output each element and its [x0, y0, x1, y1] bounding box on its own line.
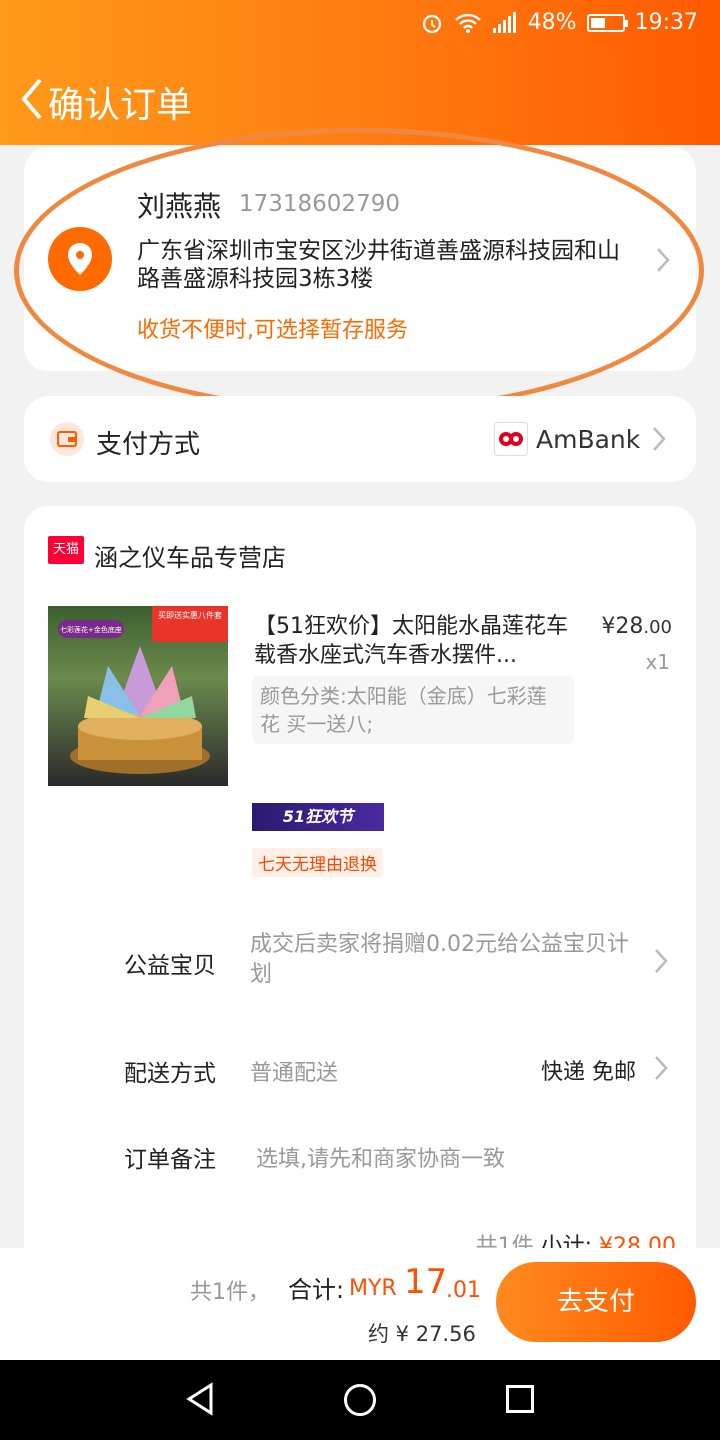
chevron-right-icon — [655, 949, 668, 973]
svg-text:七彩莲花+金色底座: 七彩莲花+金色底座 — [60, 625, 122, 634]
total-label: 合计: — [288, 1276, 345, 1304]
total-amount-decimal: .01 — [446, 1278, 481, 1303]
payment-bank: AmBank — [536, 425, 641, 454]
charity-label: 公益宝贝 — [124, 953, 216, 979]
order-note-label: 订单备注 — [124, 1147, 216, 1173]
product-quantity: x1 — [645, 650, 670, 674]
shop-name[interactable]: 涵之仪车品专营店 — [94, 538, 286, 573]
svg-text:买即送实惠八件套: 买即送实惠八件套 — [158, 610, 222, 620]
signal-icon — [492, 11, 516, 33]
recipient-address: 广东省深圳市宝安区沙井街道善盛源科技园和山路善盛源科技园3栋3楼 — [137, 238, 620, 292]
return-policy-badge: 七天无理由退换 — [252, 848, 383, 877]
product-sku: 颜色分类:太阳能（金底）七彩莲花 买一送八; — [252, 676, 574, 744]
clock: 19:37 — [634, 10, 698, 35]
order-note-input[interactable]: 选填,请先和商家协商一致 — [256, 1141, 505, 1173]
checkout-bar: 共1件， 合计: MYR 17 .01 约 ¥ 27.56 去支付 — [0, 1248, 720, 1360]
header: 48% 19:37 确认订单 — [0, 0, 720, 145]
recipient-phone: 17318602790 — [239, 191, 400, 217]
shipping-label: 配送方式 — [124, 1061, 216, 1087]
system-nav-bar — [0, 1360, 720, 1440]
address-card[interactable]: 刘燕燕 17318602790 广东省深圳市宝安区沙井街道善盛源科技园和山路善盛… — [24, 147, 696, 371]
payment-method-card[interactable]: 支付方式 AmBank — [24, 396, 696, 482]
payment-method-label: 支付方式 — [96, 430, 201, 460]
wifi-icon — [454, 13, 481, 33]
status-bar: 48% 19:37 — [0, 0, 720, 50]
ambank-logo-icon — [494, 422, 528, 456]
charity-value[interactable]: 成交后卖家将捐赠0.02元给公益宝贝计划 — [250, 930, 630, 990]
location-pin-icon — [48, 227, 112, 291]
item-count: 共1件， — [190, 1280, 270, 1305]
chevron-right-icon — [655, 1056, 668, 1080]
alarm-icon — [422, 14, 441, 33]
wallet-icon — [50, 422, 84, 456]
total-currency: MYR — [349, 1276, 397, 1301]
tmall-badge: 天猫 — [48, 536, 84, 564]
pay-button[interactable]: 去支付 — [496, 1262, 696, 1342]
nav-recents-icon[interactable] — [506, 1385, 534, 1413]
product-title[interactable]: 【51狂欢价】太阳能水晶莲花车载香水座式汽车香水摆件... — [254, 612, 584, 670]
nav-home-icon[interactable] — [344, 1384, 376, 1416]
promo-banner: 51狂欢节 — [252, 803, 384, 831]
battery-percent: 48% — [527, 10, 577, 35]
total-amount-integer: 17 — [404, 1262, 448, 1302]
approx-total: 约 ¥ 27.56 — [368, 1322, 476, 1346]
chevron-right-icon — [653, 427, 666, 451]
product-price: ¥28.00 — [601, 614, 672, 639]
recipient-name: 刘燕燕 — [137, 190, 222, 223]
shipping-method: 普通配送 — [250, 1061, 339, 1086]
storage-service-tip[interactable]: 收货不便时,可选择暂存服务 — [137, 312, 408, 344]
product-image[interactable]: 买即送实惠八件套 七彩莲花+金色底座 — [48, 606, 228, 786]
battery-icon — [586, 13, 628, 32]
page-title: 确认订单 — [48, 85, 193, 126]
shipping-detail[interactable]: 快递 免邮 — [541, 1054, 636, 1086]
chevron-right-icon — [657, 248, 670, 272]
nav-back-icon[interactable] — [185, 1382, 215, 1416]
